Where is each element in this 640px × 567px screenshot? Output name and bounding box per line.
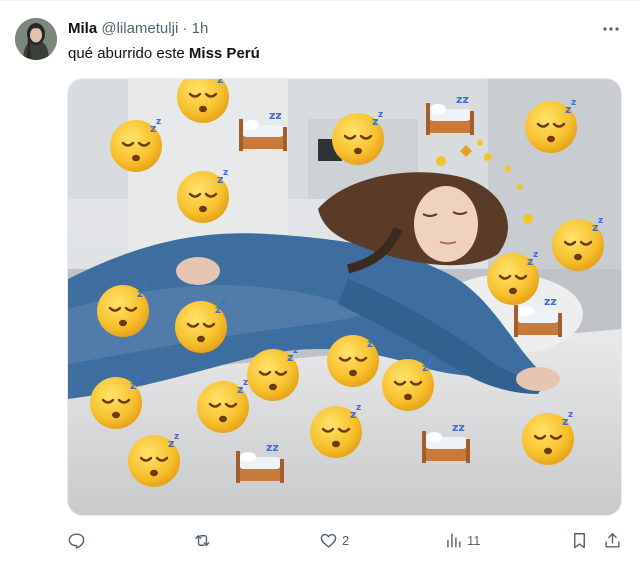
more-options-button[interactable] xyxy=(602,20,620,38)
tweet-header: Mila @lilametulji · 1h xyxy=(68,19,208,39)
retweet-button[interactable] xyxy=(193,530,216,550)
tweet-text-bold: Miss Perú xyxy=(188,45,260,62)
more-horizontal-icon xyxy=(603,27,619,31)
tweet-media-image[interactable]: z z zz xyxy=(67,78,622,516)
bookmark-icon xyxy=(574,532,585,548)
view-count: 11 xyxy=(467,532,481,548)
like-count: 2 xyxy=(342,532,350,548)
separator-dot: · xyxy=(182,20,188,37)
reply-icon xyxy=(68,532,85,549)
like-button[interactable]: 2 xyxy=(319,530,349,550)
tweet-actions-bar: 2 11 xyxy=(0,526,640,554)
tweet-timestamp[interactable]: 1h xyxy=(192,20,209,37)
share-button[interactable] xyxy=(603,530,622,550)
sleeping-woman-photo: z z zz xyxy=(68,79,621,515)
heart-icon xyxy=(320,533,337,548)
author-handle[interactable]: @lilametulji xyxy=(101,20,178,37)
reply-button[interactable] xyxy=(67,530,90,550)
tweet-text-plain: qué aburrido este xyxy=(68,45,189,62)
author-name[interactable]: Mila xyxy=(68,20,97,37)
share-icon xyxy=(605,532,620,548)
avatar[interactable] xyxy=(15,18,57,60)
tweet-divider xyxy=(0,0,640,1)
retweet-icon xyxy=(195,534,210,546)
tweet-text: qué aburrido este Miss Perú xyxy=(68,44,260,64)
views-button[interactable]: 11 xyxy=(444,530,481,550)
views-chart-icon xyxy=(447,532,461,548)
avatar-image xyxy=(15,18,57,60)
bookmark-button[interactable] xyxy=(570,530,589,550)
